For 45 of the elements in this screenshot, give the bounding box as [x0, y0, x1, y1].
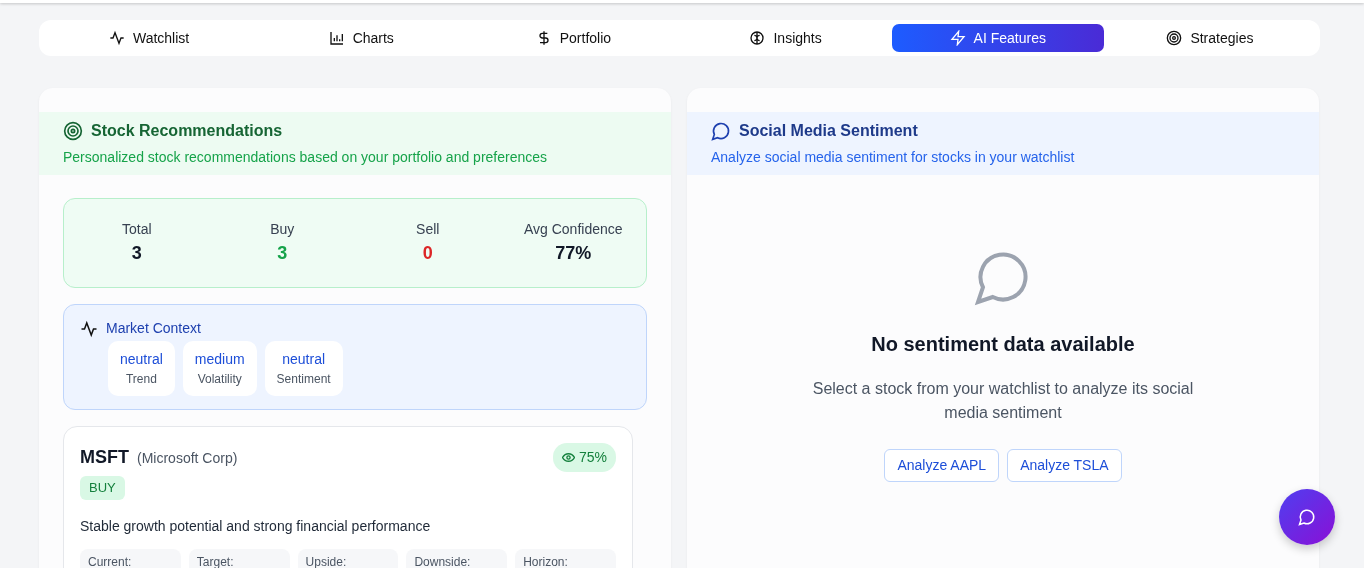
chat-bubble-icon: [1298, 508, 1316, 526]
chat-bubble-icon: [711, 121, 731, 141]
pulse-icon: [80, 319, 98, 338]
pulse-icon: [108, 30, 125, 46]
bar-chart-icon: [328, 30, 345, 46]
stat-label: Sell: [415, 220, 441, 239]
target-icon: [1166, 30, 1183, 46]
tab[interactable]: Portfolio: [467, 24, 680, 52]
context-chip: medium Volatility: [182, 341, 257, 396]
stat-label: Avg Confidence: [522, 220, 624, 239]
metric-label: Target:: [188, 548, 290, 568]
tab[interactable]: Watchlist: [43, 24, 256, 52]
recommendation-reason: Stable growth potential and strong financial performance: [80, 516, 432, 536]
context-title: Market Context: [106, 319, 201, 338]
metric-label: Current:: [80, 548, 181, 568]
stock-symbol: MSFT: [80, 446, 129, 469]
analyze-button[interactable]: Analyze TSLA: [1007, 449, 1122, 482]
panel-subtitle: Personalized stock recommendations based on your portfolio and preferences: [63, 148, 549, 167]
confidence-badge: 75%: [552, 443, 616, 472]
metric-label: Horizon:: [515, 548, 616, 568]
tab[interactable]: Strategies: [1103, 24, 1316, 52]
stat-label: Total: [120, 220, 153, 239]
company-name: (Microsoft Corp): [137, 449, 238, 468]
stat-value: 0: [421, 242, 434, 265]
stat-value: 77%: [554, 242, 593, 265]
target-icon: [63, 121, 83, 141]
stat-value: 3: [276, 242, 289, 265]
empty-state-text: Select a stock from your watchlist to analyze its social media sentiment: [811, 379, 1195, 423]
analyze-button[interactable]: Analyze AAPL: [884, 449, 1000, 482]
panel-subtitle: Analyze social media sentiment for stocks in your watchlist: [711, 148, 1076, 167]
tab[interactable]: AI Features: [891, 24, 1104, 52]
metric-label: Upside:: [297, 548, 399, 568]
lightning-icon: [949, 30, 966, 46]
context-chip: neutral Sentiment: [264, 341, 343, 396]
panel-title: Social Media Sentiment: [739, 121, 918, 141]
stat-value: 3: [130, 242, 143, 265]
tab[interactable]: Charts: [255, 24, 468, 52]
stat-label: Buy: [269, 220, 296, 239]
panel-title: Stock Recommendations: [91, 121, 283, 141]
tab[interactable]: Insights: [679, 24, 892, 52]
action-badge: BUY: [80, 476, 125, 500]
metric-label: Downside:: [406, 548, 508, 568]
eye-icon: [561, 451, 575, 464]
context-chip: neutral Trend: [108, 341, 175, 396]
empty-state-title: No sentiment data available: [870, 332, 1136, 357]
